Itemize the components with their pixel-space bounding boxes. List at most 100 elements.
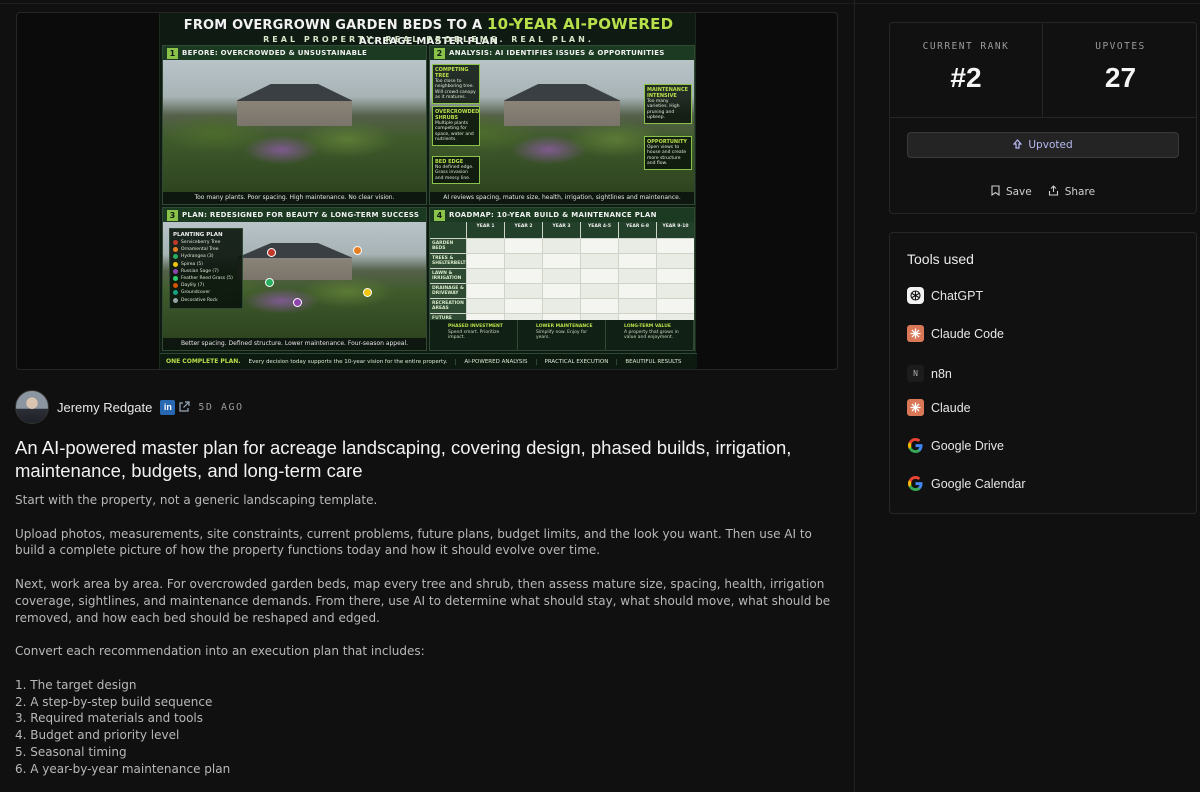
roadmap-cell bbox=[619, 269, 656, 283]
house-shape bbox=[236, 242, 353, 280]
garden-photo bbox=[163, 60, 426, 192]
plant-marker bbox=[353, 246, 362, 255]
roadmap-column-header: YEAR 3 bbox=[543, 222, 580, 238]
list-item: 4. Budget and priority level bbox=[15, 728, 180, 743]
author-row: Jeremy Redgate in 5D AGO bbox=[15, 390, 244, 424]
house-shape bbox=[236, 83, 353, 126]
tool-name: Claude bbox=[931, 400, 971, 415]
panel-caption: Too many plants. Poor spacing. High main… bbox=[163, 192, 426, 204]
share-label: Share bbox=[1064, 186, 1096, 198]
linkedin-icon[interactable]: in bbox=[160, 399, 176, 415]
plant-marker bbox=[293, 298, 302, 307]
panel-number: 3 bbox=[167, 209, 178, 221]
legend-item: Decorative Rock bbox=[173, 297, 239, 303]
tool-item-google-calendar[interactable]: Google Calendar bbox=[907, 475, 1026, 492]
post-paragraph: Next, work area by area. For overcrowded… bbox=[15, 576, 831, 625]
author-name[interactable]: Jeremy Redgate bbox=[57, 400, 152, 415]
legend-swatch bbox=[173, 275, 178, 281]
plant-marker bbox=[363, 288, 372, 297]
house-shape bbox=[503, 83, 621, 126]
roadmap-cell bbox=[619, 254, 656, 268]
legend-item: Serviceberry Tree bbox=[173, 240, 239, 245]
upvotes-label: UPVOTES bbox=[1095, 41, 1146, 52]
legend-swatch bbox=[173, 254, 178, 260]
panel-plan: 3 PLAN: REDESIGNED FOR BEAUTY & LONG-TER… bbox=[162, 207, 427, 351]
roadmap-cell bbox=[467, 239, 504, 253]
roadmap-footer-item: PHASED INVESTMENT Spend smart. Prioritize… bbox=[430, 320, 518, 350]
divider bbox=[890, 117, 1196, 118]
list-item: 5. Seasonal timing bbox=[15, 744, 127, 759]
roadmap-cell bbox=[619, 239, 656, 253]
roadmap-cell bbox=[543, 239, 580, 253]
legend-swatch bbox=[173, 247, 178, 253]
save-button[interactable]: Save bbox=[991, 185, 1032, 199]
post-hero-image[interactable]: FROM OVERGROWN GARDEN BEDS TO A 10-YEAR … bbox=[16, 12, 838, 370]
roadmap-row-header: TREES & SHELTERBELTS bbox=[430, 254, 469, 268]
infographic-title-pre: FROM OVERGROWN GARDEN BEDS TO A bbox=[183, 18, 483, 33]
legend-item: Feather Reed Grass (5) bbox=[173, 275, 239, 281]
roadmap-footer: PHASED INVESTMENT Spend smart. Prioritize… bbox=[430, 320, 694, 350]
upvotes-value: 27 bbox=[1104, 62, 1137, 93]
n8n-icon: N bbox=[907, 365, 924, 382]
roadmap-cell bbox=[467, 269, 504, 283]
post-paragraph: Start with the property, not a generic l… bbox=[15, 493, 378, 507]
tool-name: n8n bbox=[931, 366, 952, 381]
legend-swatch bbox=[173, 268, 178, 274]
panel-number: 1 bbox=[167, 47, 178, 59]
infographic-footer: ONE COMPLETE PLAN. Every decision today … bbox=[160, 353, 697, 369]
execution-plan-list: 1. The target design 2. A step-by-step b… bbox=[15, 677, 845, 778]
roadmap-row-header: DRAINAGE & DRIVEWAY bbox=[430, 284, 466, 298]
roadmap-cell bbox=[657, 284, 694, 298]
legend-title: PLANTING PLAN bbox=[173, 232, 223, 238]
legend-swatch bbox=[173, 297, 178, 303]
infographic: FROM OVERGROWN GARDEN BEDS TO A 10-YEAR … bbox=[159, 13, 697, 369]
tool-item-google-drive[interactable]: Google Drive bbox=[907, 437, 1004, 454]
tool-item-chatgpt[interactable]: ChatGPT bbox=[907, 287, 983, 304]
external-link-icon[interactable] bbox=[177, 401, 190, 414]
legend-item: Russian Sage (7) bbox=[173, 268, 239, 274]
roadmap-column-header: YEAR 4-5 bbox=[581, 222, 618, 238]
roadmap-cell bbox=[505, 254, 542, 268]
tool-name: ChatGPT bbox=[931, 288, 984, 303]
roadmap-cell bbox=[505, 299, 542, 313]
claude-icon bbox=[907, 325, 924, 342]
top-border bbox=[0, 0, 1200, 4]
upvote-button[interactable]: Upvoted bbox=[907, 132, 1179, 158]
panel-header: 4 ROADMAP: 10-YEAR BUILD & MAINTENANCE P… bbox=[430, 208, 694, 222]
analysis-note: MAINTENANCE INTENSIVE Too many varieties.… bbox=[644, 84, 692, 124]
panel-caption: Better spacing. Defined structure. Lower… bbox=[163, 338, 426, 350]
legend-item: Groundcover bbox=[173, 290, 239, 296]
stats-card: CURRENT RANK #2 UPVOTES 27 Upvoted Save … bbox=[889, 22, 1197, 214]
tools-title: Tools used bbox=[907, 251, 974, 267]
post-actions: Save Share bbox=[890, 185, 1196, 199]
roadmap-cell bbox=[467, 299, 504, 313]
roadmap-cell bbox=[581, 239, 618, 253]
tool-item-n8n[interactable]: N n8n bbox=[907, 365, 952, 382]
rank-value: #2 bbox=[950, 62, 982, 93]
list-item: 3. Required materials and tools bbox=[15, 711, 204, 726]
tool-item-claude-code[interactable]: Claude Code bbox=[907, 325, 1004, 342]
google-icon bbox=[907, 437, 924, 454]
legend-swatch bbox=[173, 290, 178, 296]
roadmap-table: YEAR 1 YEAR 2 YEAR 3 YEAR 4-5 YEAR 6-8 YEAR 9… bbox=[430, 222, 694, 328]
panel-before: 1 BEFORE: OVERCROWDED & UNSUSTAINABLE To… bbox=[162, 45, 427, 205]
list-item: 1. The target design bbox=[15, 677, 137, 692]
planting-legend: PLANTING PLAN Serviceberry Tree Ornament… bbox=[169, 228, 243, 309]
roadmap-cell bbox=[543, 284, 580, 298]
roadmap-cell bbox=[657, 269, 694, 283]
roadmap-cell bbox=[505, 284, 542, 298]
panel-title: ANALYSIS: AI IDENTIFIES ISSUES & OPPORTU… bbox=[449, 49, 665, 57]
roadmap-row-header: RECREATION AREAS bbox=[430, 299, 466, 313]
roadmap-cell bbox=[467, 284, 504, 298]
tool-item-claude[interactable]: Claude bbox=[907, 399, 971, 416]
share-button[interactable]: Share bbox=[1048, 185, 1095, 199]
roadmap-cell bbox=[505, 269, 542, 283]
legend-swatch bbox=[173, 283, 178, 289]
upvote-arrow-icon bbox=[1013, 138, 1023, 152]
roadmap-cell bbox=[657, 254, 694, 268]
footer-text: Every decision today supports the 10-yea… bbox=[248, 358, 448, 365]
avatar[interactable] bbox=[15, 390, 49, 424]
post-paragraph: Convert each recommendation into an exec… bbox=[15, 644, 425, 659]
google-icon bbox=[907, 475, 924, 492]
legend-item: Spirea (5) bbox=[173, 261, 239, 267]
